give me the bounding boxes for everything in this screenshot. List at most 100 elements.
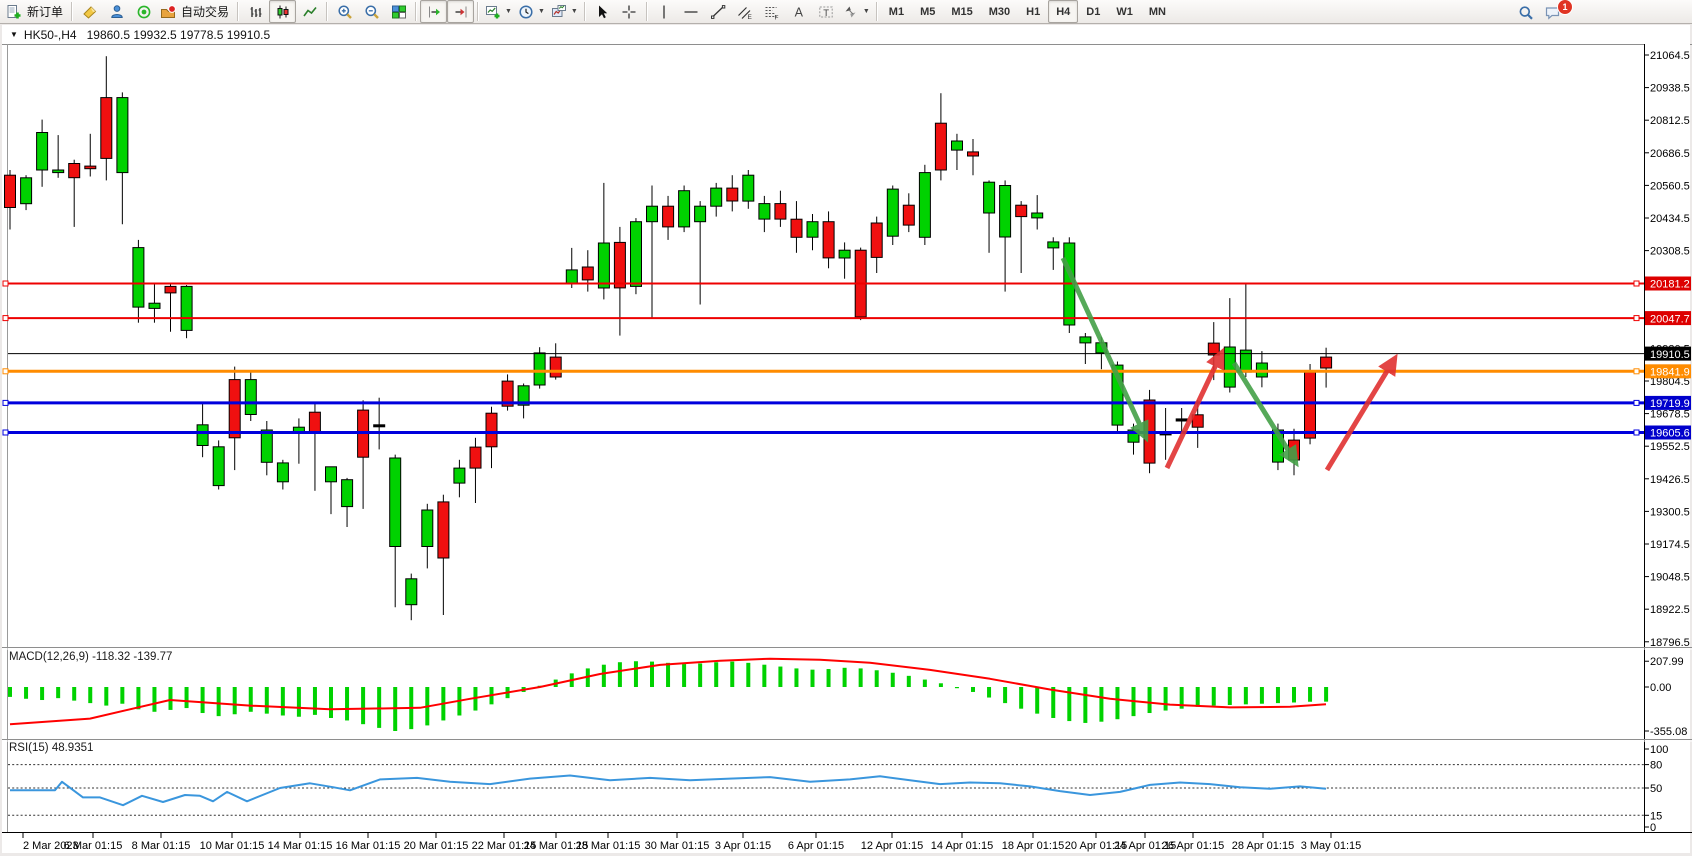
line-anchor-left[interactable] (3, 369, 8, 374)
macd-histogram-bar (1292, 687, 1296, 702)
trendline-icon (710, 4, 726, 20)
shift-icon (426, 4, 442, 20)
macd-histogram-bar (730, 662, 734, 687)
person-icon (109, 4, 125, 20)
macd-histogram-bar (169, 687, 173, 710)
zoom-in-icon (337, 4, 353, 20)
line-anchor-right[interactable] (1634, 400, 1639, 405)
macd-histogram-bar (618, 662, 622, 687)
trading-terminal-window: 21064.520938.520812.520686.520560.520434… (0, 0, 1692, 856)
toolbar-separator (584, 2, 586, 21)
profiles-button[interactable]: ▼ (548, 0, 581, 23)
line-anchor-right[interactable] (1634, 281, 1639, 286)
chevron-down-icon: ▼ (863, 8, 870, 15)
rsi-tick-label: 15 (1650, 810, 1662, 822)
toolbar-separator (326, 2, 328, 21)
crosshair-tool-button[interactable] (616, 0, 643, 23)
line-anchor-right[interactable] (1634, 430, 1639, 435)
macd-histogram-bar (217, 687, 221, 716)
line-chart-button[interactable] (296, 0, 323, 23)
fibonacci-tool[interactable] (759, 0, 786, 23)
macd-histogram-bar (843, 668, 847, 687)
macd-histogram-bar (1276, 687, 1280, 703)
tf-d1[interactable]: D1 (1078, 0, 1108, 23)
macd-histogram-bar (40, 687, 44, 700)
tf-m30[interactable]: M30 (981, 0, 1018, 23)
toolbar-separator (646, 2, 648, 21)
autotrading-button[interactable]: 自动交易 (157, 0, 234, 23)
linechart-icon (302, 4, 318, 20)
chart-canvas[interactable]: 21064.520938.520812.520686.520560.520434… (0, 0, 1692, 856)
cursor-tool-button[interactable] (589, 0, 616, 23)
price-tick-label: 18796.5 (1650, 637, 1690, 649)
tf-h1-label: H1 (1021, 6, 1045, 18)
notifications-button[interactable]: 1 (1539, 1, 1566, 24)
date-label: 18 Apr 01:15 (1002, 840, 1064, 852)
search-button[interactable] (1512, 1, 1539, 24)
chart-shift-button[interactable] (420, 0, 447, 23)
vertical-line-tool[interactable] (651, 0, 678, 23)
auto-scroll-button[interactable] (447, 0, 474, 23)
date-label: 14 Mar 01:15 (268, 840, 333, 852)
macd-histogram-bar (714, 662, 718, 687)
tf-m1[interactable]: M1 (881, 0, 912, 23)
bar-chart-button[interactable] (242, 0, 269, 23)
line-anchor-left[interactable] (3, 281, 8, 286)
candlestick-chart-button[interactable] (269, 0, 296, 23)
line-anchor-right[interactable] (1634, 369, 1639, 374)
macd-histogram-bar (249, 687, 253, 712)
macd-histogram-bar (152, 687, 156, 712)
tf-m5[interactable]: M5 (912, 0, 943, 23)
line-anchor-left[interactable] (3, 430, 8, 435)
new-order-button[interactable]: 新订单 (3, 0, 68, 23)
line-anchor-right[interactable] (1634, 316, 1639, 321)
tf-h4[interactable]: H4 (1048, 0, 1078, 23)
price-tick-label: 20308.5 (1650, 246, 1690, 258)
tf-mn[interactable]: MN (1141, 0, 1174, 23)
candle (679, 186, 690, 233)
macd-histogram-bar (794, 668, 798, 687)
chart-background[interactable] (2, 25, 1690, 853)
date-label: 6 Mar 01:15 (64, 840, 123, 852)
arrows-tool[interactable]: ▼ (840, 0, 873, 23)
date-label: 26 Apr 01:15 (1162, 840, 1224, 852)
line-anchor-left[interactable] (3, 316, 8, 321)
trendline-tool[interactable] (705, 0, 732, 23)
zoom-in-button[interactable] (331, 0, 358, 23)
date-label: 14 Apr 01:15 (931, 840, 993, 852)
date-label: 28 Mar 01:15 (576, 840, 641, 852)
macd-histogram-bar (24, 687, 28, 699)
zoom-out-button[interactable] (358, 0, 385, 23)
macd-histogram-bar (971, 687, 975, 692)
price-tick-label: 18922.5 (1650, 604, 1690, 616)
macd-histogram-bar (1083, 687, 1087, 723)
periods-button[interactable]: ▼ (515, 0, 548, 23)
tile-windows-button[interactable] (385, 0, 412, 23)
macd-histogram-bar (955, 687, 959, 688)
text-label-tool[interactable] (813, 0, 840, 23)
macd-histogram-bar (875, 670, 879, 687)
tf-m15[interactable]: M15 (943, 0, 980, 23)
chart-symbol-period: HK50-,H4 (24, 28, 77, 42)
macd-tick-label: 207.99 (1650, 656, 1684, 668)
macd-histogram-bar (939, 683, 943, 687)
navigator-button[interactable] (130, 0, 157, 23)
doc-plus-icon (6, 4, 22, 20)
horizontal-line-tool[interactable] (678, 0, 705, 23)
equidistant-channel-tool[interactable] (732, 0, 759, 23)
tf-h1[interactable]: H1 (1018, 0, 1048, 23)
new-chart-button[interactable]: ▼ (482, 0, 515, 23)
chart-collapse-icon[interactable]: ▼ (10, 30, 18, 39)
line-anchor-left[interactable] (3, 400, 8, 405)
cursor-icon (594, 4, 610, 20)
rsi-tick-label: 0 (1650, 822, 1656, 834)
tf-w1[interactable]: W1 (1108, 0, 1141, 23)
data-window-button[interactable] (103, 0, 130, 23)
price-tick-label: 19552.5 (1650, 441, 1690, 453)
text-tool[interactable] (786, 0, 813, 23)
toolbar-separator (237, 2, 239, 21)
macd-histogram-bar (377, 687, 381, 728)
price-badge-label: 20047.7 (1650, 313, 1690, 325)
marketwatch-button[interactable] (76, 0, 103, 23)
rsi-label: RSI(15) 48.9351 (9, 742, 93, 754)
